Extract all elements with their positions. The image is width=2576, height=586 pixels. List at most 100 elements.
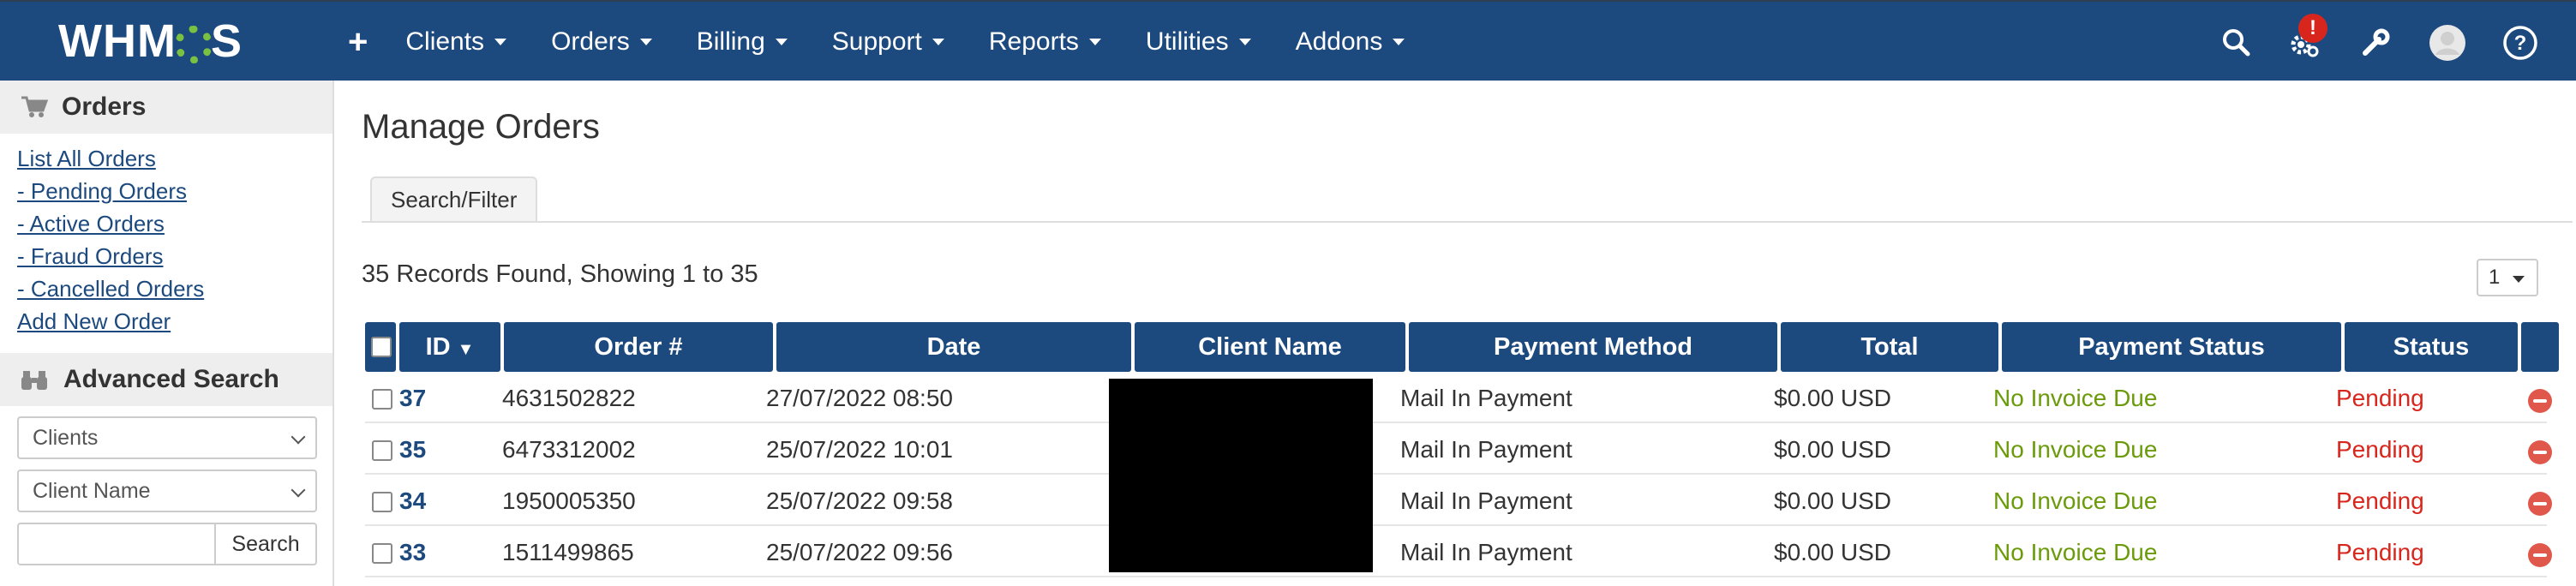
row-checkbox[interactable] xyxy=(372,389,392,410)
header-actions xyxy=(2521,322,2559,372)
header-id[interactable]: ID ▼ xyxy=(399,322,500,372)
order-total: $0.00 USD xyxy=(1774,487,1891,514)
help-icon[interactable]: ? xyxy=(2502,25,2538,61)
sidebar-orders-header: Orders xyxy=(0,81,332,134)
sidebar-link-add-new-order[interactable]: Add New Order xyxy=(17,305,332,338)
nav-clients[interactable]: Clients xyxy=(405,27,507,57)
sidebar-link-pending-orders[interactable]: - Pending Orders xyxy=(17,175,332,207)
header-id-label: ID xyxy=(425,333,451,361)
payment-status: No Invoice Due xyxy=(1993,436,2158,463)
payment-status: No Invoice Due xyxy=(1993,539,2158,565)
order-status: Pending xyxy=(2336,385,2424,411)
records-count: 35 Records Found, Showing 1 to 35 xyxy=(362,260,758,288)
notification-badge[interactable]: ! xyxy=(2298,14,2327,43)
payment-method: Mail In Payment xyxy=(1400,436,1573,463)
search-field-select[interactable]: Client Name xyxy=(17,469,317,512)
page-select-value: 1 xyxy=(2489,266,2501,289)
order-id-link[interactable]: 37 xyxy=(399,374,426,423)
search-type-value: Clients xyxy=(33,425,99,450)
caret-down-icon xyxy=(494,39,507,45)
order-total: $0.00 USD xyxy=(1774,436,1891,463)
nav-reports[interactable]: Reports xyxy=(989,27,1101,57)
nav-addons-label: Addons xyxy=(1295,27,1383,56)
sidebar-link-list-all-orders[interactable]: List All Orders xyxy=(17,142,332,175)
payment-method: Mail In Payment xyxy=(1400,539,1573,565)
wrench-icon[interactable] xyxy=(2358,26,2393,60)
add-new-button[interactable]: + xyxy=(348,25,368,59)
sidebar-order-links: List All Orders - Pending Orders - Activ… xyxy=(0,134,332,346)
header-total[interactable]: Total xyxy=(1781,322,1998,372)
page-title: Manage Orders xyxy=(362,108,600,146)
order-total: $0.00 USD xyxy=(1774,539,1891,565)
chevron-down-icon xyxy=(291,429,306,445)
delete-icon[interactable] xyxy=(2528,389,2552,413)
caret-down-icon xyxy=(1238,39,1251,45)
select-all-checkbox[interactable] xyxy=(371,337,392,357)
search-type-select[interactable]: Clients xyxy=(17,416,317,459)
sort-desc-icon: ▼ xyxy=(457,340,475,359)
main-content: Manage Orders Search/Filter 35 Records F… xyxy=(336,81,2576,586)
header-date[interactable]: Date xyxy=(776,322,1131,372)
nav-support[interactable]: Support xyxy=(832,27,944,57)
order-status: Pending xyxy=(2336,436,2424,463)
shopping-cart-icon xyxy=(21,96,48,117)
main-menu: + Clients Orders Billing Support Reports… xyxy=(343,2,1449,82)
search-field-value: Client Name xyxy=(33,478,151,503)
order-status: Pending xyxy=(2336,487,2424,514)
delete-icon[interactable] xyxy=(2528,543,2552,567)
order-id-link[interactable]: 35 xyxy=(399,425,426,475)
row-checkbox[interactable] xyxy=(372,440,392,461)
order-number: 1950005350 xyxy=(502,487,636,514)
header-payment-status[interactable]: Payment Status xyxy=(2002,322,2341,372)
payment-status: No Invoice Due xyxy=(1993,385,2158,411)
table-row: 34 1950005350 25/07/2022 09:58 Mail In P… xyxy=(365,476,2552,526)
header-order-number[interactable]: Order # xyxy=(504,322,773,372)
nav-utilities-label: Utilities xyxy=(1145,27,1229,56)
delete-icon[interactable] xyxy=(2528,492,2552,516)
whmcs-logo[interactable]: WHM S xyxy=(58,14,243,69)
delete-icon[interactable] xyxy=(2528,440,2552,464)
page-select[interactable]: 1 xyxy=(2477,259,2538,296)
caret-down-icon xyxy=(1393,39,1405,45)
logo-gear-icon xyxy=(174,26,213,63)
order-number: 4631502822 xyxy=(502,385,636,411)
sidebar-advanced-search-header: Advanced Search xyxy=(0,353,332,406)
table-row: 33 1511499865 25/07/2022 09:56 Mail In P… xyxy=(365,528,2552,577)
order-status: Pending xyxy=(2336,539,2424,565)
order-id-link[interactable]: 34 xyxy=(399,476,426,526)
header-client-name[interactable]: Client Name xyxy=(1135,322,1405,372)
sidebar-link-active-orders[interactable]: - Active Orders xyxy=(17,207,332,240)
sidebar-orders-title: Orders xyxy=(62,93,147,121)
logo-text-right: S xyxy=(210,15,243,67)
payment-method: Mail In Payment xyxy=(1400,385,1573,411)
tab-search-filter[interactable]: Search/Filter xyxy=(370,176,538,221)
caret-down-icon xyxy=(775,39,788,45)
sidebar: Orders List All Orders - Pending Orders … xyxy=(0,81,334,586)
sidebar-link-cancelled-orders[interactable]: - Cancelled Orders xyxy=(17,272,332,305)
redacted-client-names xyxy=(1109,379,1373,572)
header-status[interactable]: Status xyxy=(2345,322,2518,372)
avatar[interactable] xyxy=(2429,24,2466,62)
search-icon[interactable] xyxy=(2220,26,2254,60)
payment-status: No Invoice Due xyxy=(1993,487,2158,514)
sidebar-search-button[interactable]: Search xyxy=(214,523,317,565)
nav-support-label: Support xyxy=(831,27,922,56)
sidebar-search-input[interactable] xyxy=(17,523,216,565)
order-date: 25/07/2022 10:01 xyxy=(766,436,953,463)
nav-reports-label: Reports xyxy=(988,27,1079,56)
nav-utilities[interactable]: Utilities xyxy=(1146,27,1251,57)
table-header: ID ▼ Order # Date Client Name Payment Me… xyxy=(365,322,2559,372)
caret-down-icon xyxy=(1088,39,1101,45)
header-payment-method[interactable]: Payment Method xyxy=(1409,322,1777,372)
nav-orders-label: Orders xyxy=(551,27,630,56)
sidebar-link-fraud-orders[interactable]: - Fraud Orders xyxy=(17,240,332,272)
row-checkbox[interactable] xyxy=(372,543,392,564)
order-date: 25/07/2022 09:58 xyxy=(766,487,953,514)
tab-divider xyxy=(362,221,2573,223)
nav-orders[interactable]: Orders xyxy=(551,27,652,57)
order-id-link[interactable]: 33 xyxy=(399,528,426,577)
nav-billing[interactable]: Billing xyxy=(697,27,788,57)
row-checkbox[interactable] xyxy=(372,492,392,512)
order-number: 1511499865 xyxy=(502,539,634,565)
nav-addons[interactable]: Addons xyxy=(1296,27,1405,57)
